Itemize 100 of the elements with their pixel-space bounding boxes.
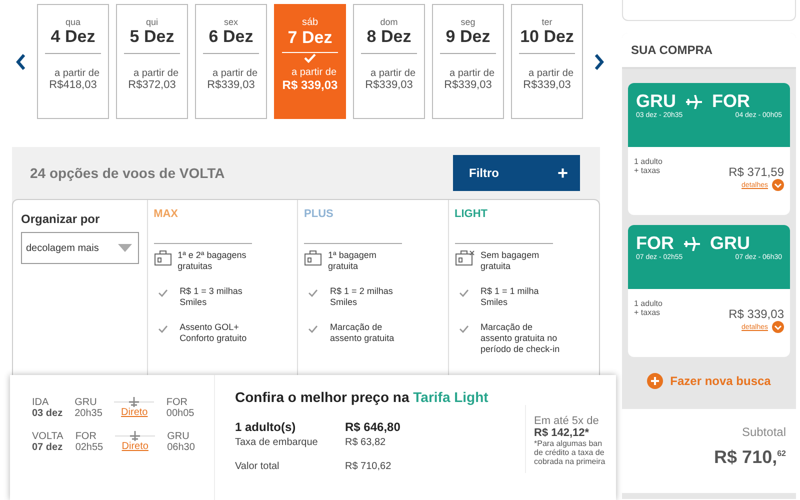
feature-text: Marcação de assento gratuita [330,322,396,344]
feature-text: Sem bagagem gratuita [480,250,540,272]
fare-name: MAX [154,208,180,222]
installments-label: Em até 5x de [534,415,600,427]
departure-time: 20h35 [74,408,102,419]
footnote-text: *Para algumas ban [534,439,604,448]
date-card[interactable]: qua 4 Dez a partir de R$418,03 [37,4,109,119]
origin-code: FOR [75,431,98,442]
arrival-time: 00h05 [166,408,194,419]
date-card[interactable]: qui 5 Dez a partir de R$372,03 [116,4,188,119]
offer-headline: Confira o melhor preço na [235,389,410,405]
direction-label: VOLTA [32,431,64,442]
trip-date: 03 dez [32,408,63,419]
suitcase-icon [154,250,172,266]
destination-code: FOR [712,91,750,112]
date-label: 6 Dez [208,27,254,47]
subtotal-value: R$ 710,$^{62}$ [714,447,786,468]
date-label: 4 Dez [50,27,96,47]
destination-code: GRU [167,431,190,442]
from-label: a partir de [211,68,258,79]
price-label: R$418,03 [49,79,97,91]
taxes-label: + taxas [634,166,662,175]
feature-text: Marcação de assento gratuita no período de check-in [480,322,561,355]
filter-button[interactable]: Filtro + [453,155,580,191]
check-icon [458,325,469,333]
trip-date: 07 dez [32,442,64,453]
dropdown-caret-icon [118,244,132,252]
check-icon [158,325,168,333]
flight-price: R$ 339,03 [728,307,784,321]
weekday-label: sex [224,17,238,27]
check-icon [308,289,318,297]
departure-time: 02h55 [75,442,104,453]
origin-code: GRU [636,91,676,112]
date-label: 10 Dez [520,27,574,47]
chevron-down-icon[interactable] [772,179,784,191]
price-line-label: 1 adulto(s) [235,420,297,434]
from-label: a partir de [53,68,100,79]
arrival-time: 06h30 [167,442,195,453]
price-label: R$339,03 [523,79,571,91]
date-label: 7 Dez [288,28,332,48]
price-line-value: R$ 646,80 [345,420,402,434]
chevron-down-icon[interactable] [772,321,784,333]
from-label: a partir de [132,68,179,79]
weekday-label: ter [542,17,552,27]
fare-highlight: Tarifa Light [413,389,488,405]
origin-code: GRU [74,397,98,408]
feature-text: 1ª bagagem gratuita [328,250,378,272]
destination-code: GRU [710,233,750,254]
feature-text: Assento GOL+ Conforto gratuito [180,322,248,344]
price-label: R$339,03 [207,79,255,91]
price-label: R$ 339,03 [282,78,338,92]
direction-label: IDA [32,397,50,408]
date-label: 8 Dez [366,27,412,47]
suitcase-icon [304,250,322,266]
weekday-label: seg [460,17,476,27]
from-label: a partir de [290,67,337,78]
from-label: a partir de [369,68,416,79]
passenger-label: 1 adulto [634,157,664,166]
origin-code: FOR [636,233,674,254]
price-label: R$339,03 [444,79,492,91]
date-label: 5 Dez [130,27,174,47]
price-line-value: R$ 63,82 [345,436,387,448]
weekday-label: sáb [302,17,318,28]
fare-name: PLUS [304,208,334,222]
purchase-title: SUA COMPRA [631,43,713,57]
footnote-text: de crédito a taxa de [534,448,606,457]
price-line-value: R$ 710,62 [345,460,392,472]
weekday-label: qua [65,17,81,27]
destination-code: FOR [166,397,188,408]
date-card[interactable]: seg 9 Dez a partir de R$339,03 [432,4,504,119]
installments-value: R$ 142,12* [534,427,590,439]
fare-name: LIGHT [454,208,489,222]
feature-text: R$ 1 = 3 milhas Smiles [180,286,244,308]
results-title: 24 opções de voos de VOLTA [30,165,225,181]
passenger-label: 1 adulto [634,299,664,308]
date-card[interactable]: ter 10 Dez a partir de R$339,03 [511,4,583,119]
price-line-label: Valor total [235,460,280,472]
price-line-label: Taxa de embarque [235,436,319,448]
plus-circle-icon[interactable] [647,373,664,389]
sort-label: Organizar por [21,212,101,226]
flight-price: R$ 371,59 [728,165,784,179]
from-label: a partir de [448,68,495,79]
taxes-label: + taxas [634,308,662,317]
check-icon [308,325,318,333]
date-card[interactable]: dom 8 Dez a partir de R$339,03 [353,4,425,119]
price-label: R$372,03 [128,79,176,91]
check-icon [158,289,168,297]
subtotal-label: Subtotal [742,425,786,439]
from-label: a partir de [527,68,574,79]
sort-dropdown[interactable]: decolagem mais [21,232,139,264]
weekday-label: qui [146,17,158,27]
feature-text: 1ª e 2ª bagagens gratuitas [178,250,248,272]
price-label: R$339,03 [365,79,413,91]
suitcase-cross-icon [454,250,475,266]
feature-text: R$ 1 = 1 milha Smiles [480,286,540,308]
check-icon [458,289,469,297]
feature-text: R$ 1 = 2 milhas Smiles [330,286,394,308]
check-icon [304,53,316,63]
weekday-label: dom [380,17,398,27]
date-card[interactable]: sex 6 Dez a partir de R$339,03 [195,4,267,119]
